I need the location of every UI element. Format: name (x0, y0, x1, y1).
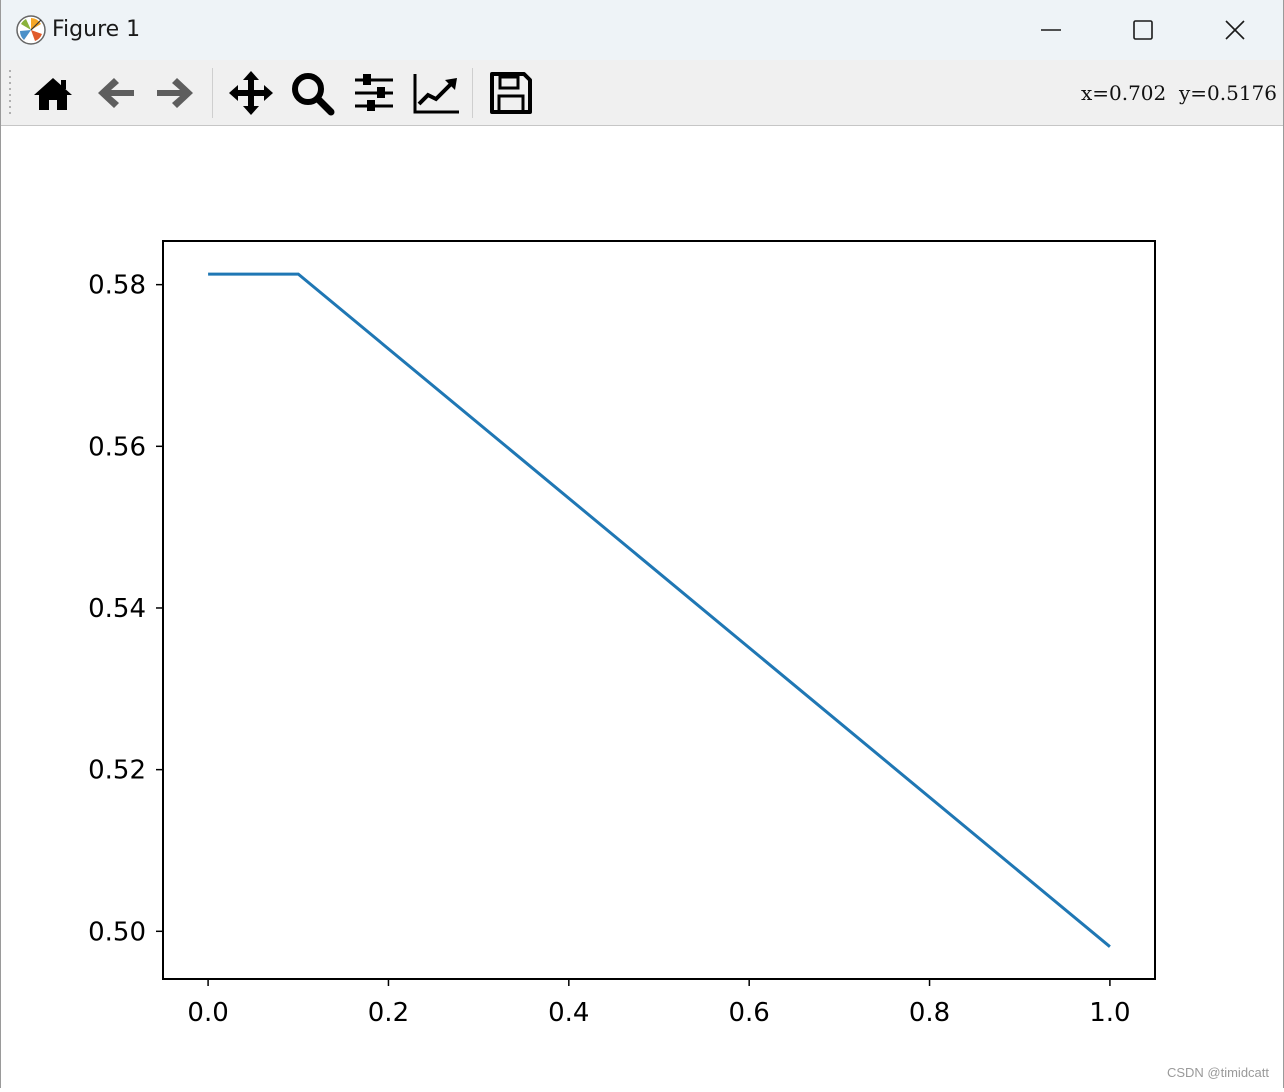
zoom-magnifier-icon (292, 73, 335, 116)
navigation-toolbar: x=0.702 y=0.5176 (1, 60, 1283, 126)
toolbar-grip-icon[interactable] (9, 68, 13, 118)
y-tick-label: 0.52 (88, 756, 146, 786)
x-tick-label: 0.0 (187, 998, 228, 1028)
line-chart[interactable]: 0.0 0.2 0.4 0.6 0.8 1.0 0.50 0.52 0.54 0.56 0.58 (1, 126, 1283, 1088)
x-tick-label: 0.6 (729, 998, 770, 1028)
zoom-button[interactable] (287, 68, 337, 118)
cursor-coordinates: x=0.702 y=0.5176 (1080, 81, 1277, 105)
close-icon (1225, 20, 1245, 40)
home-button[interactable] (28, 68, 78, 118)
y-tick-label: 0.58 (88, 271, 146, 301)
forward-button[interactable] (151, 68, 201, 118)
y-tick-label: 0.56 (88, 432, 146, 462)
x-tick-label: 1.0 (1089, 998, 1130, 1028)
figure-window: Figure 1 x=0.702 y=0.5176 0.0 0.2 0.4 0.… (0, 0, 1284, 1088)
close-button[interactable] (1189, 0, 1281, 60)
back-arrow-icon (98, 78, 134, 108)
toolbar-separator (212, 68, 213, 118)
title-bar[interactable]: Figure 1 (1, 0, 1283, 60)
sliders-icon (355, 74, 393, 111)
forward-arrow-icon (157, 78, 193, 108)
back-button[interactable] (90, 68, 140, 118)
watermark-text: CSDN @timidcatt (1166, 1065, 1269, 1080)
maximize-button[interactable] (1097, 0, 1189, 60)
pan-move-icon (229, 71, 273, 115)
save-button[interactable] (486, 68, 536, 118)
y-tick-label: 0.54 (88, 594, 146, 624)
axes-frame (162, 240, 1156, 980)
line-chart-icon (413, 74, 459, 114)
figure-canvas[interactable]: 0.0 0.2 0.4 0.6 0.8 1.0 0.50 0.52 0.54 0.56 0.58 C… (1, 126, 1283, 1088)
minimize-button[interactable] (1005, 0, 1097, 60)
configure-subplots-button[interactable] (349, 68, 399, 118)
x-tick-label: 0.2 (368, 998, 409, 1028)
save-floppy-icon (490, 72, 532, 114)
home-icon (34, 78, 72, 110)
maximize-icon (1133, 20, 1153, 40)
matplotlib-logo-icon (16, 15, 46, 45)
pan-button[interactable] (226, 68, 276, 118)
x-tick-label: 0.8 (909, 998, 950, 1028)
edit-axes-button[interactable] (411, 68, 461, 118)
x-tick-label: 0.4 (548, 998, 589, 1028)
minimize-icon (1041, 29, 1061, 31)
y-tick-label: 0.50 (88, 917, 146, 947)
window-title: Figure 1 (52, 17, 141, 42)
toolbar-separator (472, 68, 473, 118)
